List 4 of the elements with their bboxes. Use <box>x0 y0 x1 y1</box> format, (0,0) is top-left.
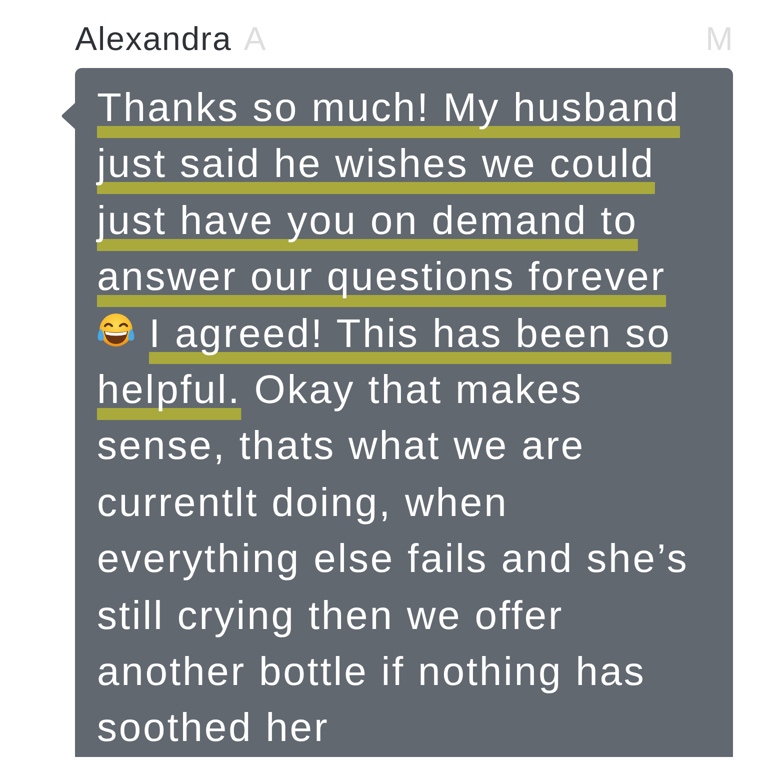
message-text: I agreed! This has been so <box>149 312 672 356</box>
message-text: helpful. Okay that makes sense, thats what we are currentlt doing, when everything else fails and she’s still crying then we offer another bottle if nothing has soothed her <box>97 367 690 752</box>
message-text: Thanks so much! My husband just said he wishes we could just have you on demand to answer our questions forever <box>97 85 681 302</box>
sender-name: Alexandra <box>75 20 232 58</box>
